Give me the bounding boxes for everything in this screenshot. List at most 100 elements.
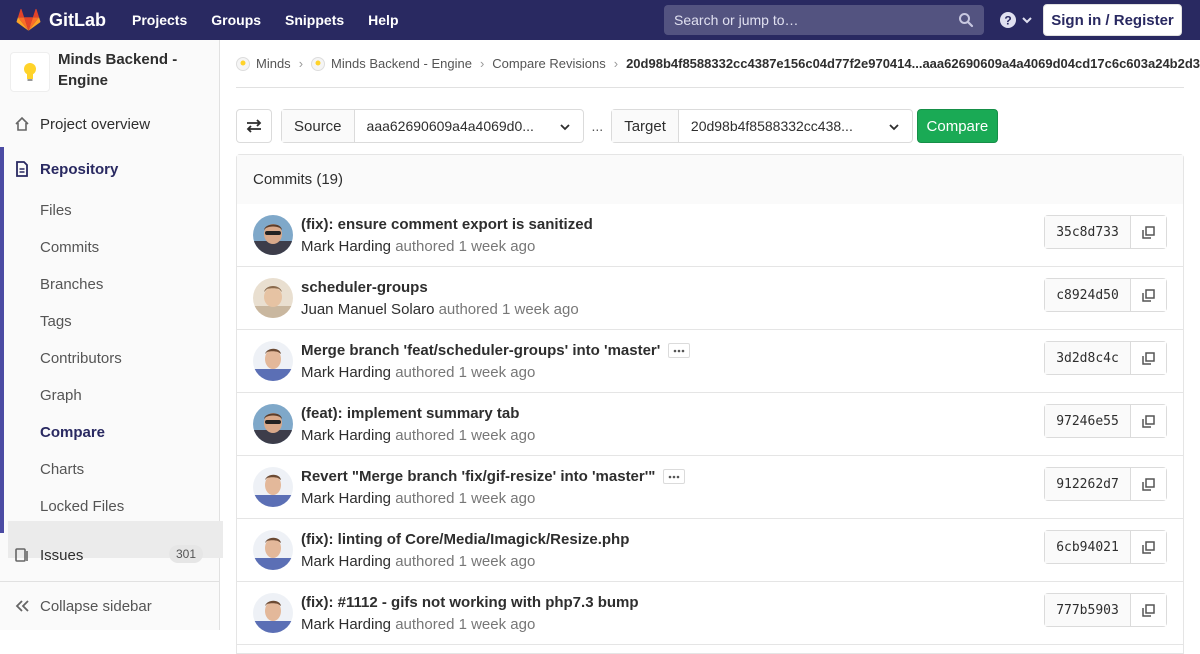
commit-author[interactable]: Juan Manuel Solaro [301, 301, 434, 318]
sidebar-item-repository[interactable]: Repository [0, 151, 219, 187]
avatar[interactable] [253, 215, 293, 255]
help-dropdown[interactable]: ? [999, 11, 1033, 29]
commit-meta: Mark Harding authored 1 week ago [301, 553, 535, 570]
copy-icon [1142, 540, 1155, 554]
search-icon[interactable] [958, 12, 974, 28]
commit-sha[interactable]: 777b5903 [1045, 594, 1131, 626]
sidebar-item-commits[interactable]: Commits [40, 239, 99, 256]
source-revision-dropdown[interactable]: aaa62690609a4a4069d0... [355, 110, 583, 142]
nav-projects[interactable]: Projects [132, 12, 187, 28]
avatar[interactable] [253, 278, 293, 318]
sidebar-item-files[interactable]: Files [40, 202, 72, 219]
breadcrumb-separator-icon: › [479, 56, 485, 71]
breadcrumb-item-compare[interactable]: Compare Revisions [492, 56, 605, 71]
commit-title-link[interactable]: (fix): ensure comment export is sanitize… [301, 216, 593, 233]
commit-author[interactable]: Mark Harding [301, 238, 391, 255]
commit-title-link[interactable]: (feat): implement summary tab [301, 405, 519, 422]
brand-name: GitLab [49, 9, 106, 30]
commit-author[interactable]: Mark Harding [301, 427, 391, 444]
commit-sha[interactable]: 6cb94021 [1045, 531, 1131, 563]
commit-sha[interactable]: 97246e55 [1045, 405, 1131, 437]
sidebar-item-graph[interactable]: Graph [40, 387, 82, 404]
commit-title-link[interactable]: scheduler-groups [301, 279, 428, 296]
breadcrumb-label: Minds [256, 56, 291, 71]
avatar[interactable] [253, 593, 293, 633]
ellipsis-icon [674, 349, 685, 352]
expand-description-button[interactable] [663, 469, 686, 484]
main-content: Minds › Minds Backend - Engine › Compare… [220, 40, 1200, 654]
breadcrumb-item-minds[interactable]: Minds [236, 56, 291, 71]
expand-description-button[interactable] [668, 343, 691, 358]
collapse-sidebar-label: Collapse sidebar [40, 597, 152, 615]
sidebar-item-issues[interactable]: Issues 301 [0, 537, 219, 573]
signin-register-button[interactable]: Sign in / Register [1043, 4, 1182, 36]
copy-sha-button[interactable] [1131, 405, 1166, 437]
project-header[interactable]: Minds Backend - Engine [10, 51, 210, 92]
copy-sha-button[interactable] [1131, 468, 1166, 500]
copy-sha-button[interactable] [1131, 279, 1166, 311]
collapse-sidebar-button[interactable]: Collapse sidebar [0, 588, 219, 624]
double-chevron-left-icon [0, 599, 40, 613]
commit-sha[interactable]: c8924d50 [1045, 279, 1131, 311]
commit-author[interactable]: Mark Harding [301, 616, 391, 633]
issues-icon [0, 547, 40, 563]
project-avatar-icon [311, 56, 326, 71]
commit-title: scheduler-groups [301, 279, 428, 296]
question-icon: ? [1000, 12, 1016, 28]
commit-time: 1 week ago [501, 301, 579, 318]
commit-title-link[interactable]: Merge branch 'feat/scheduler-groups' int… [301, 342, 660, 359]
sidebar-item-charts[interactable]: Charts [40, 461, 84, 478]
commit-title-link[interactable]: Revert "Merge branch 'fix/gif-resize' in… [301, 468, 655, 485]
authored-word: authored [438, 301, 498, 318]
project-sidebar: Minds Backend - Engine Project overview … [0, 40, 223, 630]
target-label: Target [612, 110, 679, 142]
commit-author[interactable]: Mark Harding [301, 490, 391, 507]
gitlab-home-link[interactable]: GitLab [16, 0, 106, 40]
commit-title-link[interactable]: (fix): #1112 - gifs not working with php… [301, 594, 639, 611]
sidebar-item-branches[interactable]: Branches [40, 276, 103, 293]
nav-help[interactable]: Help [368, 12, 398, 28]
swap-revisions-button[interactable] [236, 109, 272, 143]
breadcrumb-current[interactable]: 20d98b4f8588332cc4387e156c04d77f2e970414… [626, 56, 1200, 71]
commit-time: 1 week ago [458, 364, 536, 381]
compare-bar: Source aaa62690609a4a4069d0... ... Targe… [236, 109, 998, 143]
sidebar-item-locked-files[interactable]: Locked Files [40, 498, 124, 515]
search-input[interactable] [664, 12, 944, 28]
project-name: Minds Backend - Engine [58, 51, 178, 89]
commit-sha[interactable]: 3d2d8c4c [1045, 342, 1131, 374]
commit-sha-group: 35c8d733 [1044, 215, 1167, 249]
target-revision-dropdown[interactable]: 20d98b4f8588332cc438... [679, 110, 912, 142]
group-avatar-icon [236, 56, 250, 71]
sidebar-item-contributors[interactable]: Contributors [40, 350, 122, 367]
nav-snippets[interactable]: Snippets [285, 12, 344, 28]
copy-sha-button[interactable] [1131, 342, 1166, 374]
copy-sha-button[interactable] [1131, 216, 1166, 248]
chevron-down-icon [1022, 17, 1032, 24]
sidebar-item-tags[interactable]: Tags [40, 313, 72, 330]
svg-text:?: ? [1004, 14, 1011, 28]
commit-author[interactable]: Mark Harding [301, 553, 391, 570]
commit-title: Revert "Merge branch 'fix/gif-resize' in… [301, 468, 686, 485]
source-revision-group: Source aaa62690609a4a4069d0... [281, 109, 584, 143]
nav-groups[interactable]: Groups [211, 12, 261, 28]
avatar[interactable] [253, 404, 293, 444]
commit-title-link[interactable]: (fix): linting of Core/Media/Imagick/Res… [301, 531, 629, 548]
commit-author[interactable]: Mark Harding [301, 364, 391, 381]
commit-sha[interactable]: 35c8d733 [1045, 216, 1131, 248]
avatar[interactable] [253, 341, 293, 381]
source-revision-value: aaa62690609a4a4069d0... [366, 118, 534, 134]
commit-meta: Mark Harding authored 1 week ago [301, 490, 535, 507]
sidebar-item-compare[interactable]: Compare [40, 424, 105, 441]
sidebar-item-overview[interactable]: Project overview [0, 106, 219, 142]
commit-meta: Mark Harding authored 1 week ago [301, 238, 535, 255]
target-revision-value: 20d98b4f8588332cc438... [690, 118, 853, 134]
copy-sha-button[interactable] [1131, 531, 1166, 563]
compare-button[interactable]: Compare [916, 109, 998, 143]
breadcrumb-item-project[interactable]: Minds Backend - Engine [311, 56, 472, 71]
commit-sha[interactable]: 912262d7 [1045, 468, 1131, 500]
copy-sha-button[interactable] [1131, 594, 1166, 626]
copy-icon [1142, 414, 1155, 428]
avatar[interactable] [253, 530, 293, 570]
avatar[interactable] [253, 467, 293, 507]
breadcrumb-separator-icon: › [613, 56, 619, 71]
